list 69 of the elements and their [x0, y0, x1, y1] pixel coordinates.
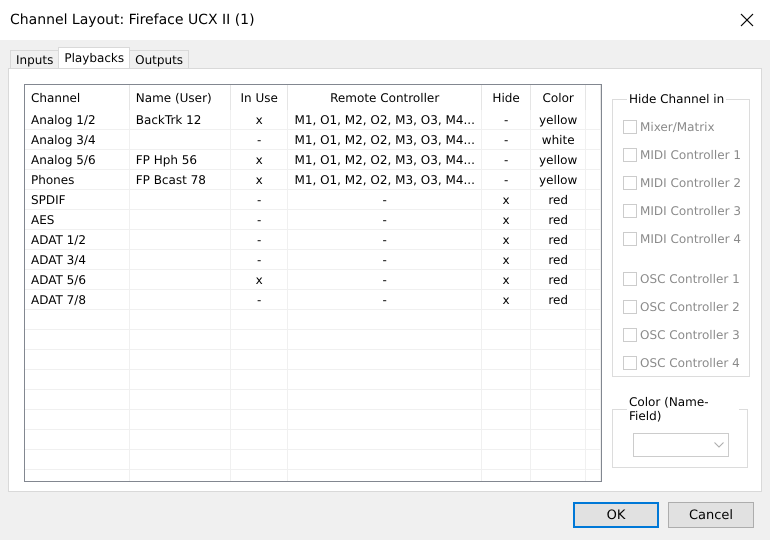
column-header[interactable]: Channel	[25, 85, 130, 110]
remote-controller-cell: -	[288, 290, 482, 310]
column-header[interactable]: Remote Controller	[288, 85, 482, 110]
cancel-button[interactable]: Cancel	[668, 502, 754, 528]
hide-cell: x	[481, 190, 531, 210]
in-use-cell: -	[230, 210, 288, 230]
remote-controller-cell: -	[288, 210, 482, 230]
channel-cell: Phones	[25, 170, 130, 190]
color-cell: yellow	[530, 170, 586, 190]
hide-cell: -	[481, 170, 531, 190]
column-header[interactable]: Name (User)	[129, 85, 230, 110]
remote-controller-cell: -	[288, 250, 482, 270]
in-use-cell: x	[230, 110, 288, 130]
color-cell: yellow	[530, 110, 586, 130]
hide-cell: -	[481, 150, 531, 170]
color-cell: white	[530, 130, 586, 150]
color-cell: red	[530, 250, 586, 270]
channel-cell: Analog 3/4	[25, 130, 130, 150]
hide-cell: x	[481, 210, 531, 230]
column-header[interactable]: In Use	[230, 85, 288, 110]
channel-cell: ADAT 5/6	[25, 270, 130, 290]
chevron-down-icon	[714, 442, 724, 448]
channel-cell: Analog 1/2	[25, 110, 130, 130]
color-cell: red	[530, 210, 586, 230]
window-title: Channel Layout: Fireface UCX II (1)	[10, 12, 255, 28]
hide-cell: x	[481, 290, 531, 310]
remote-controller-cell: -	[288, 230, 482, 250]
channel-cell: ADAT 7/8	[25, 290, 130, 310]
name-cell: FP Bcast 78	[129, 170, 230, 190]
remote-controller-cell: M1, O1, M2, O2, M3, O3, M4...	[288, 130, 482, 150]
tab[interactable]: Inputs	[10, 50, 60, 68]
remote-controller-cell: M1, O1, M2, O2, M3, O3, M4...	[288, 150, 482, 170]
remote-controller-cell: -	[288, 270, 482, 290]
hide-cell: x	[481, 270, 531, 290]
hide-cell: -	[481, 110, 531, 130]
in-use-cell: x	[230, 170, 288, 190]
in-use-cell: -	[230, 290, 288, 310]
close-icon[interactable]	[738, 11, 756, 29]
in-use-cell: -	[230, 130, 288, 150]
channel-cell: Analog 5/6	[25, 150, 130, 170]
tab[interactable]: Playbacks	[58, 47, 130, 68]
color-cell: yellow	[530, 150, 586, 170]
group-title: Hide Channel in	[628, 92, 726, 106]
color-cell: red	[530, 270, 586, 290]
column-header[interactable]: Color	[530, 85, 586, 110]
channel-cell: ADAT 3/4	[25, 250, 130, 270]
remote-controller-cell: M1, O1, M2, O2, M3, O3, M4...	[288, 110, 482, 130]
remote-controller-cell: M1, O1, M2, O2, M3, O3, M4...	[288, 170, 482, 190]
in-use-cell: -	[230, 230, 288, 250]
in-use-cell: -	[230, 190, 288, 210]
channel-cell: AES	[25, 210, 130, 230]
color-cell: red	[530, 190, 586, 210]
ok-button[interactable]: OK	[573, 502, 659, 528]
hide-cell: -	[481, 130, 531, 150]
group-title: Color (Name-Field)	[628, 395, 710, 423]
color-cell: red	[530, 230, 586, 250]
column-header[interactable]: Hide	[481, 85, 531, 110]
in-use-cell: -	[230, 250, 288, 270]
color-cell: red	[530, 290, 586, 310]
channel-cell: ADAT 1/2	[25, 230, 130, 250]
name-cell: BackTrk 12	[129, 110, 230, 130]
in-use-cell: x	[230, 270, 288, 290]
tab[interactable]: Outputs	[129, 50, 190, 68]
hide-cell: x	[481, 250, 531, 270]
in-use-cell: x	[230, 150, 288, 170]
hide-cell: x	[481, 230, 531, 250]
name-cell: FP Hph 56	[129, 150, 230, 170]
channel-cell: SPDIF	[25, 190, 130, 210]
remote-controller-cell: -	[288, 190, 482, 210]
